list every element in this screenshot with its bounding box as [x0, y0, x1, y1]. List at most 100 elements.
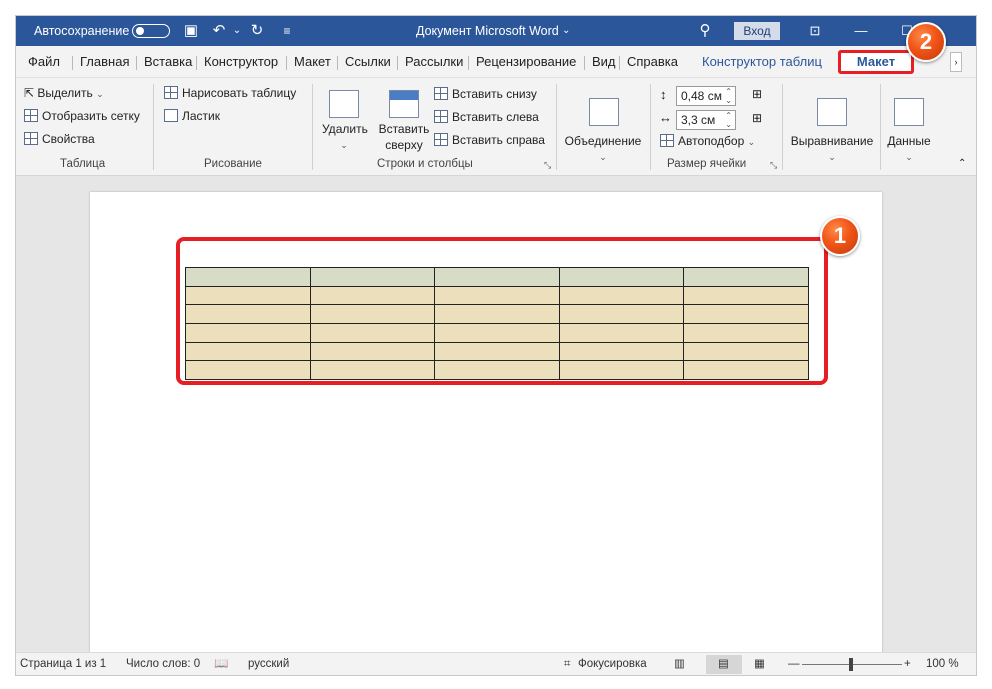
- search-icon[interactable]: ⚲: [696, 22, 714, 40]
- save-icon[interactable]: ▣: [182, 22, 200, 40]
- table-row[interactable]: [185, 322, 809, 343]
- table-row[interactable]: [185, 360, 809, 380]
- table-cell[interactable]: [309, 341, 436, 362]
- tab-home[interactable]: Главная: [80, 46, 129, 78]
- draw-table-button[interactable]: Нарисовать таблицу: [164, 86, 296, 100]
- show-grid-button[interactable]: Отобразить сетку: [24, 109, 140, 123]
- tab-view[interactable]: Вид: [592, 46, 616, 78]
- table-cell[interactable]: [434, 341, 560, 362]
- distribute-rows-icon[interactable]: ⊞: [752, 87, 762, 101]
- zoom-slider-thumb[interactable]: [849, 658, 853, 671]
- tab-layout[interactable]: Макет: [294, 46, 331, 78]
- zoom-out-icon[interactable]: —: [788, 653, 800, 675]
- tabs-scroll-right-icon[interactable]: ›: [950, 52, 962, 72]
- table-row[interactable]: [185, 285, 809, 306]
- table-cell[interactable]: [185, 360, 311, 380]
- dialog-launcher-icon[interactable]: ⤡: [544, 160, 551, 171]
- table-cell[interactable]: [309, 267, 436, 287]
- table-cell[interactable]: [683, 322, 809, 343]
- table-cell[interactable]: [309, 304, 436, 324]
- column-width-icon: ↔: [659, 110, 672, 125]
- table-cell[interactable]: [434, 267, 560, 287]
- group-divider: [556, 84, 557, 170]
- insert-below-button[interactable]: Вставить снизу: [434, 87, 537, 101]
- word-count[interactable]: Число слов: 0: [126, 653, 200, 675]
- insert-above-icon: [389, 90, 419, 118]
- tab-table-design[interactable]: Конструктор таблиц: [702, 46, 822, 78]
- tab-mailings[interactable]: Рассылки: [405, 46, 463, 78]
- ribbon-display-icon[interactable]: ⊡: [800, 16, 830, 46]
- table-cell[interactable]: [558, 322, 685, 343]
- insert-right-button[interactable]: Вставить справа: [434, 133, 545, 147]
- zoom-level[interactable]: 100 %: [926, 653, 959, 675]
- undo-icon[interactable]: ↶: [210, 22, 228, 40]
- zoom-in-icon[interactable]: +: [904, 653, 911, 675]
- table-cell[interactable]: [683, 267, 809, 287]
- tab-references[interactable]: Ссылки: [345, 46, 391, 78]
- merge-label: Объединение: [564, 134, 642, 148]
- page-count[interactable]: Страница 1 из 1: [20, 653, 106, 675]
- tab-insert[interactable]: Вставка: [144, 46, 192, 78]
- focus-mode-label[interactable]: Фокусировка: [578, 653, 647, 675]
- autosave-toggle[interactable]: [132, 24, 170, 38]
- dialog-launcher-icon[interactable]: ⤡: [770, 160, 777, 171]
- table-cell[interactable]: [558, 341, 685, 362]
- insert-left-icon: [434, 110, 448, 123]
- document-table[interactable]: [185, 267, 811, 381]
- tab-review[interactable]: Рецензирование: [476, 46, 576, 78]
- select-button[interactable]: ⇱ Выделить ⌄: [24, 86, 104, 100]
- table-header-row[interactable]: [185, 267, 809, 287]
- minimize-icon[interactable]: —: [846, 16, 876, 46]
- table-cell[interactable]: [185, 322, 311, 343]
- table-cell[interactable]: [683, 341, 809, 362]
- row-height-field[interactable]: 0,48 см ⌃ ⌄: [676, 86, 736, 106]
- customize-toolbar-icon[interactable]: ≡: [278, 22, 296, 40]
- read-mode-icon[interactable]: ▥: [674, 653, 685, 675]
- table-cell[interactable]: [558, 360, 685, 380]
- table-cell[interactable]: [434, 322, 560, 343]
- table-cell[interactable]: [683, 360, 809, 380]
- table-cell[interactable]: [683, 285, 809, 306]
- distribute-columns-icon[interactable]: ⊞: [752, 111, 762, 125]
- language-label[interactable]: русский: [248, 653, 289, 675]
- autofit-button[interactable]: Автоподбор ⌄: [660, 134, 755, 148]
- tab-divider: [72, 56, 73, 70]
- eraser-button[interactable]: Ластик: [164, 109, 220, 123]
- table-cell[interactable]: [434, 360, 560, 380]
- tab-help[interactable]: Справка: [627, 46, 678, 78]
- table-cell[interactable]: [309, 322, 436, 343]
- table-cell[interactable]: [434, 304, 560, 324]
- table-row[interactable]: [185, 304, 809, 324]
- table-cell[interactable]: [309, 285, 436, 306]
- table-cell[interactable]: [558, 304, 685, 324]
- table-cell[interactable]: [185, 285, 311, 306]
- tab-file[interactable]: Файл: [28, 46, 60, 78]
- row-height-icon: ↕: [660, 87, 667, 102]
- table-cell[interactable]: [185, 304, 311, 324]
- insert-left-button[interactable]: Вставить слева: [434, 110, 539, 124]
- insert-above-label-2: сверху: [385, 138, 423, 152]
- table-cell[interactable]: [185, 267, 311, 287]
- focus-icon[interactable]: ⌗: [564, 653, 570, 675]
- proofing-icon[interactable]: 📖: [214, 653, 228, 675]
- table-cell[interactable]: [434, 285, 560, 306]
- table-cell[interactable]: [683, 304, 809, 324]
- web-layout-icon[interactable]: ▦: [754, 653, 765, 675]
- tab-design[interactable]: Конструктор: [204, 46, 278, 78]
- login-button[interactable]: Вход: [734, 22, 780, 40]
- column-width-spin-icon[interactable]: ⌃ ⌄: [725, 111, 732, 129]
- table-cell[interactable]: [185, 341, 311, 362]
- properties-button[interactable]: Свойства: [24, 132, 95, 146]
- table-cell[interactable]: [558, 285, 685, 306]
- redo-icon[interactable]: ↻: [248, 22, 266, 40]
- table-row[interactable]: [185, 341, 809, 362]
- title-chevron-down-icon[interactable]: ⌄: [562, 16, 570, 46]
- undo-dropdown-icon[interactable]: ⌄: [228, 22, 246, 40]
- tab-table-layout[interactable]: Макет: [838, 50, 914, 74]
- collapse-ribbon-icon[interactable]: ⌃: [958, 158, 966, 169]
- table-cell[interactable]: [309, 360, 436, 380]
- row-height-spin-icon[interactable]: ⌃ ⌄: [725, 87, 732, 105]
- table-cell[interactable]: [558, 267, 685, 287]
- column-width-field[interactable]: 3,3 см ⌃ ⌄: [676, 110, 736, 130]
- table-grid[interactable]: [185, 267, 809, 380]
